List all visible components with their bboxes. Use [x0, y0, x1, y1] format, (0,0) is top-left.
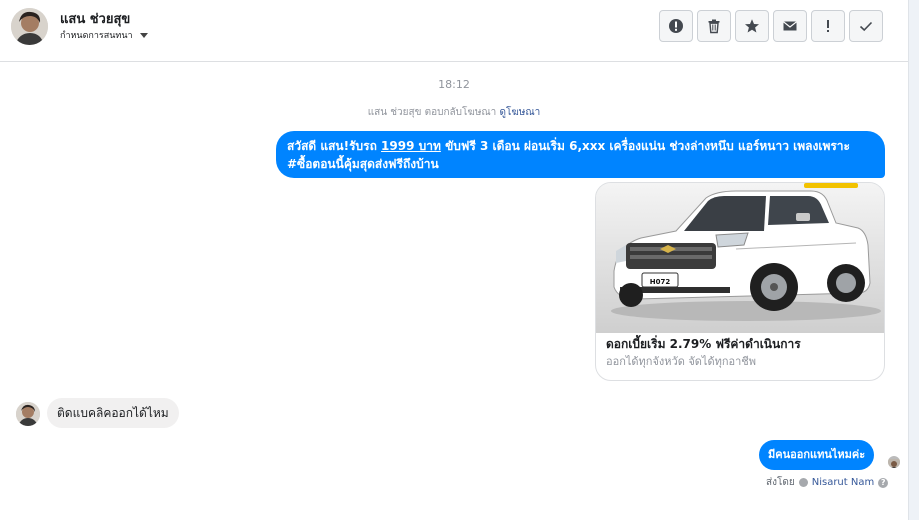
- caret-down-icon: [139, 32, 148, 38]
- contact-avatar[interactable]: [11, 8, 48, 45]
- exclamation-icon: [827, 20, 829, 32]
- assign-label: กำหนดการสนทนา: [60, 31, 133, 41]
- contact-photo-icon: [16, 402, 40, 426]
- check-icon: [859, 21, 873, 32]
- seen-photo-icon: [888, 459, 900, 468]
- ad-reply-text: แสน ช่วยสุข ตอบกลับโฆษณา: [367, 107, 497, 118]
- message-text-part1: สวัสดี แสน!รับรถ: [287, 139, 382, 153]
- view-ad-link[interactable]: ดูโฆษณา: [500, 107, 541, 118]
- spam-button[interactable]: [659, 10, 693, 42]
- conversation-toolbar: [659, 10, 883, 42]
- ad-reply-note: แสน ช่วยสุข ตอบกลับโฆษณา ดูโฆษณา: [0, 105, 908, 120]
- outgoing-ad-message: สวัสดี แสน!รับรถ 1999 บาท ขับฟรี 3 เดือน…: [276, 131, 885, 178]
- delete-button[interactable]: [697, 10, 731, 42]
- assign-conversation-dropdown[interactable]: กำหนดการสนทนา: [60, 28, 148, 42]
- price-link[interactable]: 1999 บาท: [381, 139, 441, 153]
- done-button[interactable]: [849, 10, 883, 42]
- outgoing-message: มีคนออกแทนไหมค่ะ: [759, 440, 875, 470]
- scrollbar-track[interactable]: [908, 0, 919, 520]
- sender-name[interactable]: Nisarut Nam: [812, 477, 875, 488]
- message-timestamp: 18:12: [438, 78, 470, 91]
- conversation-header: แสน ช่วยสุข กำหนดการสนทนา: [0, 0, 908, 62]
- star-button[interactable]: [735, 10, 769, 42]
- contact-avatar-small: [16, 402, 40, 426]
- incoming-message: ติดแบคลิคออกได้ไหม: [47, 398, 179, 428]
- ad-card-subtitle: ออกได้ทุกจังหวัด จัดได้ทุกอาชีพ: [606, 355, 757, 368]
- follow-up-button[interactable]: [811, 10, 845, 42]
- ad-card-image: H072: [596, 183, 884, 333]
- sent-by-info: ส่งโดย Nisarut Nam ?: [766, 475, 889, 490]
- contact-name[interactable]: แสน ช่วยสุข: [60, 8, 130, 29]
- sent-by-label: ส่งโดย: [766, 477, 795, 488]
- trash-icon: [708, 19, 720, 34]
- seen-avatar: [888, 456, 900, 468]
- envelope-icon: [783, 21, 797, 31]
- mark-unread-button[interactable]: [773, 10, 807, 42]
- license-plate-text: H072: [650, 278, 671, 286]
- inbox-conversation: แสน ช่วยสุข กำหนดการสนทนา 18:12 แสน ช่วย…: [0, 0, 919, 520]
- pickup-truck-image: H072: [596, 183, 884, 333]
- star-icon: [745, 19, 759, 33]
- alert-circle-icon: [669, 19, 683, 33]
- help-icon[interactable]: ?: [878, 477, 889, 488]
- contact-photo-icon: [11, 8, 48, 45]
- gear-icon: [798, 478, 808, 487]
- ad-card[interactable]: H072 ดอกเบี้ยเริ่ม 2.79% ฟรีค่าดำเนินการ…: [595, 182, 885, 381]
